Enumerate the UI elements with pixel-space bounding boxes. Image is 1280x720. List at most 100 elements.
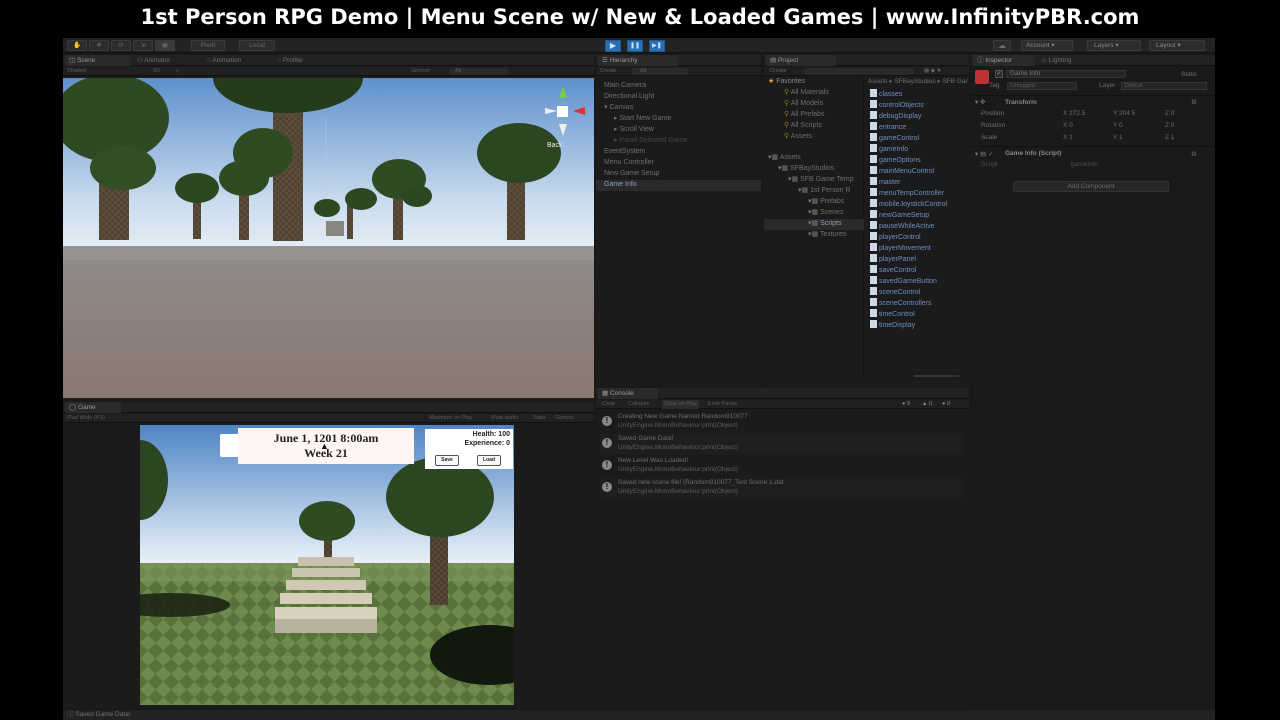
script-settings-icon[interactable]: ⚙	[1191, 150, 1197, 158]
tab-scene[interactable]: ◫ Scene	[65, 55, 131, 66]
console-entry[interactable]: ! Creating New Game Named Random910077 Uni…	[600, 412, 965, 432]
folder-item[interactable]: ▾▦ Prefabs	[808, 197, 844, 207]
scale-tool-icon[interactable]: ⇲	[133, 40, 153, 51]
script-file-item[interactable]: pauseWhileActive	[870, 221, 935, 232]
breadcrumb-item[interactable]: SFB Game Template	[942, 78, 968, 85]
script-file-item[interactable]: savedGameButton	[870, 276, 937, 287]
game-viewport[interactable]: Options June 1, 1201 8:00am Week 21 Heal…	[140, 425, 514, 705]
layout-dropdown[interactable]: Layout ▾	[1149, 40, 1205, 51]
console-clear-button[interactable]: Clear	[602, 400, 615, 409]
folder-item[interactable]: ▾▦ Scripts	[808, 219, 842, 229]
play-button[interactable]: ▶	[605, 40, 621, 52]
breadcrumb-item[interactable]: SFBayStudios	[894, 78, 935, 85]
position-z-field[interactable]: Z 0	[1165, 110, 1174, 117]
tab-lighting[interactable]: ☼ Lighting	[1037, 55, 1099, 66]
hierarchy-item[interactable]: ▸ Scroll View	[614, 125, 654, 135]
error-pause-toggle[interactable]: Error Pause	[708, 400, 737, 409]
console-entry[interactable]: ! Saved Game Data! UnityEngine.MonoBehavio…	[600, 434, 965, 454]
gizmos-dropdown[interactable]: Gizmos	[411, 67, 430, 76]
script-file-item[interactable]: mobileJoystickControl	[870, 199, 947, 210]
save-button[interactable]: Save	[435, 455, 459, 466]
maximize-on-play-toggle[interactable]: Maximize on Play	[429, 414, 472, 423]
shading-dropdown[interactable]: Shaded	[67, 67, 86, 76]
favorite-item[interactable]: ⚲ All Prefabs	[784, 110, 825, 120]
position-y-field[interactable]: Y 204.5	[1113, 110, 1135, 117]
script-file-item[interactable]: playerControl	[870, 232, 921, 243]
hierarchy-item[interactable]: EventSystem	[604, 147, 645, 157]
breadcrumb-item[interactable]: Assets	[868, 78, 888, 85]
script-file-item[interactable]: timeDisplay	[870, 320, 915, 331]
position-x-field[interactable]: X 272.5	[1063, 110, 1085, 117]
script-file-item[interactable]: gameControl	[870, 133, 919, 144]
pivot-toggle[interactable]: Pivot	[191, 40, 225, 51]
hierarchy-item[interactable]: Directional Light	[604, 92, 654, 102]
scale-y-field[interactable]: Y 1	[1113, 134, 1123, 141]
favorite-item[interactable]: ⚲ Assets	[784, 132, 812, 142]
script-file-item[interactable]: menuTempController	[870, 188, 944, 199]
scene-search-input[interactable]: All	[449, 68, 509, 75]
rect-tool-icon[interactable]: ▣	[155, 40, 175, 51]
tab-animation[interactable]: ○ Animation	[203, 55, 269, 66]
local-toggle[interactable]: Local	[239, 40, 275, 51]
error-count[interactable]: ● 0	[942, 400, 950, 409]
cloud-icon[interactable]: ☁	[993, 40, 1011, 51]
project-create-dropdown[interactable]: Create	[770, 67, 787, 76]
script-file-item[interactable]: playerMovement	[870, 243, 931, 254]
scene-viewport[interactable]: Back	[63, 78, 594, 398]
account-dropdown[interactable]: Account ▾	[1021, 40, 1073, 51]
object-name-field[interactable]: Game Info	[1006, 70, 1126, 78]
rotation-y-field[interactable]: Y 0	[1113, 122, 1123, 129]
tab-project[interactable]: ▤ Project	[766, 55, 836, 66]
hierarchy-item[interactable]: Menu Controller	[604, 158, 654, 168]
folder-item[interactable]: ▾▦ Assets	[768, 153, 801, 163]
tab-game[interactable]: ◯ Game	[65, 402, 121, 413]
hierarchy-item[interactable]: ▸ Panel Selected Game	[614, 136, 688, 146]
hierarchy-item[interactable]: Game Info	[604, 180, 637, 190]
console-entry[interactable]: ! Saved new scene file! (Random910077_Tes…	[600, 478, 965, 498]
favorite-item[interactable]: ⚲ All Scripts	[784, 121, 822, 131]
icon-size-slider[interactable]	[914, 375, 959, 377]
aspect-dropdown[interactable]: iPad Wide (4:3)	[67, 414, 105, 423]
static-checkbox-label[interactable]: Static	[1181, 71, 1197, 78]
warning-count[interactable]: ▲ 0	[922, 400, 932, 409]
transform-header[interactable]: Transform	[1005, 99, 1037, 106]
rotation-x-field[interactable]: X 0	[1063, 122, 1073, 129]
script-file-item[interactable]: gameInfo	[870, 144, 908, 155]
favorite-item[interactable]: ⚲ All Models	[784, 99, 823, 109]
mute-audio-toggle[interactable]: Mute audio	[491, 414, 518, 423]
script-file-item[interactable]: controlObjects	[870, 100, 924, 111]
script-file-item[interactable]: sceneControllers	[870, 298, 931, 309]
console-entry[interactable]: ! New Level Was Loaded! UnityEngine.MonoBe…	[600, 456, 965, 476]
script-file-item[interactable]: sceneControl	[870, 287, 920, 298]
scale-z-field[interactable]: Z 1	[1165, 134, 1174, 141]
hierarchy-create-dropdown[interactable]: Create	[600, 67, 617, 76]
favorite-item[interactable]: ⚲ All Materials	[784, 88, 829, 98]
clear-on-play-toggle[interactable]: Clear on Play	[662, 400, 700, 409]
hierarchy-item[interactable]: New Game Setup	[604, 169, 659, 179]
stats-toggle[interactable]: Stats	[533, 414, 546, 423]
hierarchy-item[interactable]: ▾ Canvas	[604, 103, 633, 113]
rotation-z-field[interactable]: Z 0	[1165, 122, 1174, 129]
folder-item[interactable]: ▾▦ Scenes	[808, 208, 843, 218]
script-component-header[interactable]: Game Info (Script)	[1005, 150, 1061, 157]
tab-profiler[interactable]: ○ Profiler	[273, 55, 339, 66]
hierarchy-item[interactable]: Main Camera	[604, 81, 646, 91]
tab-hierarchy[interactable]: ☰ Hierarchy	[598, 55, 678, 66]
script-foldout-icon[interactable]: ▾ ▤ ✓	[975, 150, 993, 158]
script-file-item[interactable]: entrance	[870, 122, 906, 133]
lighting-toggle-icon[interactable]: ☼	[175, 67, 180, 76]
tag-dropdown[interactable]: Untagged	[1007, 82, 1077, 90]
folder-item[interactable]: ▾▦ 1st Person R	[798, 186, 851, 196]
script-file-item[interactable]: debugDisplay	[870, 111, 921, 122]
scale-x-field[interactable]: X 1	[1063, 134, 1073, 141]
hierarchy-search-input[interactable]: All	[632, 68, 688, 75]
game-gizmos-dropdown[interactable]: Gizmos	[555, 414, 574, 423]
pause-button[interactable]: ❚❚	[627, 40, 643, 52]
script-file-item[interactable]: playerPanel	[870, 254, 916, 265]
hand-tool-icon[interactable]: ✋	[67, 40, 87, 51]
tab-console[interactable]: ▦ Console	[598, 388, 658, 399]
info-count[interactable]: ● 9	[902, 400, 910, 409]
script-file-item[interactable]: master	[870, 177, 900, 188]
project-search-input[interactable]	[804, 68, 914, 75]
folder-item[interactable]: ▾▦ Textures	[808, 230, 846, 240]
